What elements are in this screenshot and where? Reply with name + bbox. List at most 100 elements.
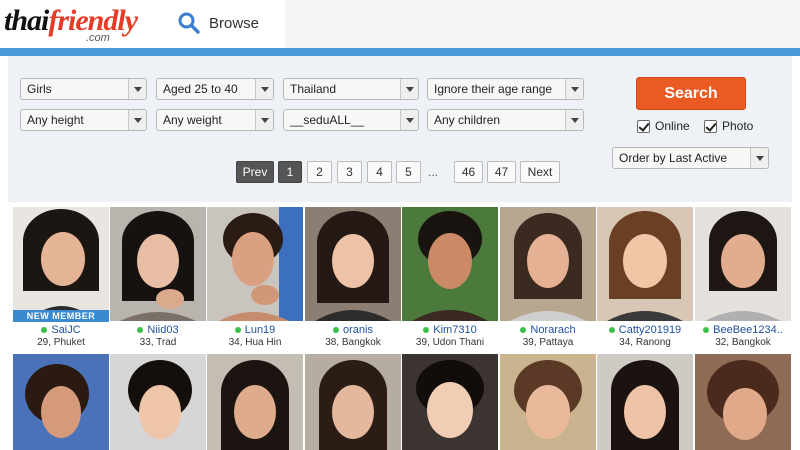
age-range-select[interactable]: Ignore their age range [427,78,584,100]
weight-select[interactable]: Any weight [156,109,274,131]
search-icon [178,12,200,34]
profile-card[interactable] [110,354,206,450]
profile-photo[interactable] [110,207,206,321]
profile-name-link[interactable]: oranis [305,322,401,337]
page-button[interactable]: 3 [337,161,362,183]
profile-name: BeeBee1234.. [713,323,783,336]
profile-name-link[interactable]: Lun19 [207,322,303,337]
profile-info: 29, Phuket [37,337,85,348]
profile-name-link[interactable]: BeeBee1234.. [695,322,791,337]
age-range-select-value: Ignore their age range [434,82,553,96]
online-status-icon [520,326,527,333]
profile-photo[interactable] [305,207,401,321]
profile-card[interactable] [402,354,498,450]
chevron-down-icon [400,79,418,99]
profile-name: Norarach [530,323,576,336]
profile-card[interactable] [305,354,401,450]
education-select[interactable]: __seduALL__ [283,109,419,131]
profile-photo[interactable] [207,354,303,450]
page-button[interactable]: 46 [454,161,483,183]
profile-info: 39, Udon Thani [415,337,485,348]
profile-card[interactable] [500,354,596,450]
profile-card[interactable] [695,354,791,450]
age-select-value: Aged 25 to 40 [163,82,238,96]
profile-photo[interactable] [207,207,303,321]
profile-photo[interactable] [597,354,693,450]
profile-name: SaiJC [51,323,81,336]
profile-info: 32, Bangkok [715,337,771,348]
online-label: Online [655,119,690,133]
chevron-down-icon [128,110,146,130]
order-select[interactable]: Order by Last Active [612,147,769,169]
chevron-down-icon [255,79,273,99]
profile-name-link[interactable]: Niid03 [110,322,206,337]
profile-name-link[interactable]: Kim7310 [402,322,498,337]
profile-photo[interactable] [110,354,206,450]
online-status-icon [423,326,430,333]
checkmark-icon [637,119,650,133]
profile-photo[interactable] [13,207,109,321]
accent-bar [0,48,800,56]
chevron-down-icon [750,148,768,168]
profile-info: 39, Pattaya [522,337,574,348]
children-select[interactable]: Any children [427,109,584,131]
profile-name: Lun19 [244,323,276,336]
page-button[interactable]: 47 [487,161,516,183]
page-button[interactable]: 2 [307,161,332,183]
height-select[interactable]: Any height [20,109,147,131]
profile-info: 34, Ranong [619,337,671,348]
profile-info: 34, Hua Hin [228,337,282,348]
order-select-value: Order by Last Active [619,151,728,165]
online-status-icon [333,326,340,333]
profile-photo[interactable] [13,354,109,450]
country-select[interactable]: Thailand [283,78,419,100]
profile-card[interactable] [13,354,109,450]
profile-card[interactable] [597,354,693,450]
profile-info: 38, Bangkok [325,337,381,348]
age-select[interactable]: Aged 25 to 40 [156,78,274,100]
online-status-icon [703,326,710,333]
profile-photo[interactable] [500,354,596,450]
new-member-badge: NEW MEMBER [13,310,109,322]
page-button[interactable]: 4 [367,161,392,183]
profile-photo[interactable] [500,207,596,321]
country-select-value: Thailand [290,82,337,96]
profile-name: Kim7310 [433,323,477,336]
profile-card[interactable] [207,354,303,450]
online-checkbox[interactable]: Online [637,118,690,134]
page-button-current[interactable]: 1 [278,161,302,183]
profile-name-link[interactable]: Norarach [500,322,596,337]
chevron-down-icon [565,110,583,130]
photo-label: Photo [722,119,754,133]
prev-page-button[interactable]: Prev [236,161,274,183]
profile-name: oranis [343,323,373,336]
gender-select-value: Girls [27,82,52,96]
chevron-down-icon [400,110,418,130]
page-button[interactable]: 5 [396,161,421,183]
profile-photo[interactable] [402,354,498,450]
photo-checkbox[interactable]: Photo [704,118,753,134]
chevron-down-icon [128,79,146,99]
browse-label: Browse [209,14,260,32]
next-page-button[interactable]: Next [520,161,560,183]
profile-name-link[interactable]: SaiJC [13,322,109,337]
chevron-down-icon [255,110,273,130]
checkmark-icon [704,119,717,133]
height-select-value: Any height [27,113,84,127]
online-status-icon [234,326,241,333]
browse-link[interactable]: Browse [177,8,259,38]
profile-photo[interactable] [695,354,791,450]
pagination-ellipsis: ... [428,165,439,179]
profile-photo[interactable] [695,207,791,321]
gender-select[interactable]: Girls [20,78,147,100]
chevron-down-icon [565,79,583,99]
search-button[interactable]: Search [636,77,746,110]
profile-photo[interactable] [597,207,693,321]
profile-photo[interactable] [402,207,498,321]
logo-wordmark: thaifriendly [4,4,138,37]
children-select-value: Any children [434,113,501,127]
online-status-icon [41,326,48,333]
profile-photo[interactable] [305,354,401,450]
profile-name-link[interactable]: Catty201919 [597,322,693,337]
profile-name: Niid03 [147,323,179,336]
